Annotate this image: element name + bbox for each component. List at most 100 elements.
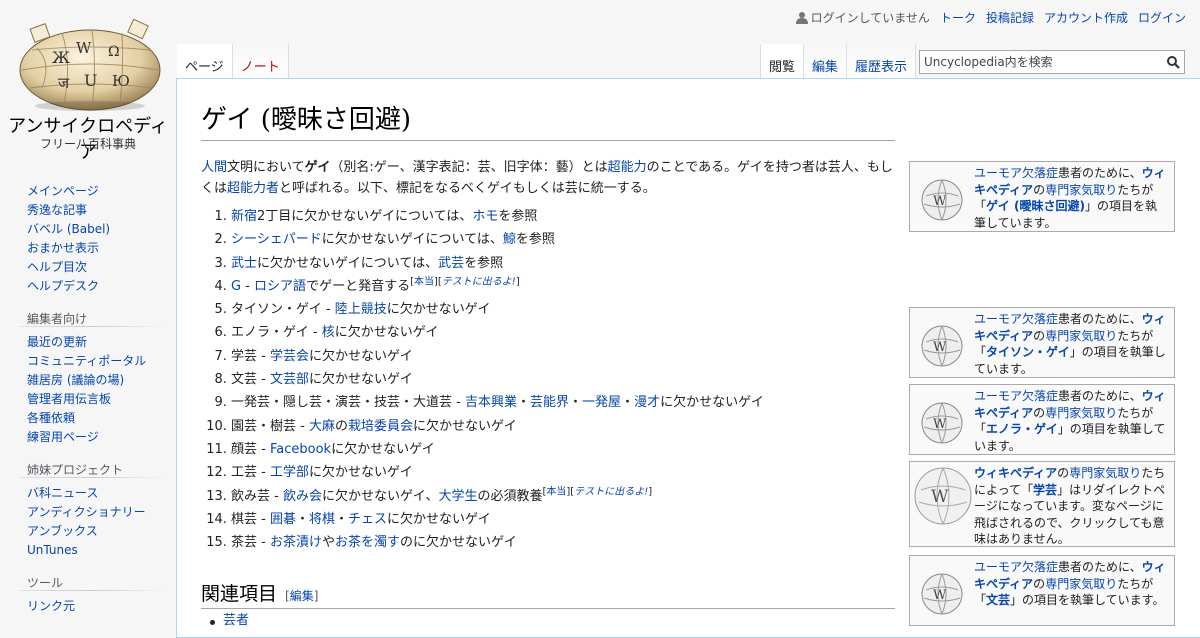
- list-link[interactable]: 武士: [231, 256, 257, 271]
- list-link[interactable]: 学芸会: [270, 349, 309, 364]
- notice-link[interactable]: ユーモア欠落症: [974, 312, 1058, 326]
- list-link[interactable]: 陸上競技: [335, 302, 387, 317]
- search-button[interactable]: [1162, 51, 1184, 73]
- notice-link[interactable]: タイソン・ゲイ: [986, 345, 1070, 359]
- tab-note[interactable]: ノート: [232, 44, 289, 78]
- list-link[interactable]: 漫才: [634, 395, 660, 410]
- list-link[interactable]: 吉本興業: [465, 395, 517, 410]
- citation-link[interactable]: テストに出るよ!: [574, 486, 648, 497]
- list-link[interactable]: 栽培委員会: [348, 419, 413, 434]
- list-link[interactable]: 将棋: [309, 512, 335, 527]
- sidebar-item-news[interactable]: バ科ニュース: [27, 486, 98, 500]
- sidebar-item-help[interactable]: ヘルプ目次: [27, 260, 87, 274]
- link-human[interactable]: 人間: [201, 160, 227, 175]
- notice-link[interactable]: 専門家気取り: [1045, 329, 1117, 343]
- list-link[interactable]: チェス: [348, 512, 387, 527]
- sidebar-item-admin-board[interactable]: 管理者用伝言板: [27, 392, 111, 406]
- notice-text: ユーモア欠落症患者のために、ウィキペディアの専門家気取りたちが「タイソン・ゲイ」…: [974, 311, 1168, 377]
- section-heading-related: 関連項目 [編集]: [201, 579, 895, 609]
- personal-tools: ログインしていません トーク 投稿記録 アカウント作成 ログイン: [795, 9, 1186, 26]
- section-edit-link[interactable]: 編集: [290, 589, 314, 603]
- list-link[interactable]: シーシェパード: [231, 232, 322, 247]
- sidebar-item-dictionary[interactable]: アンディクショナリー: [27, 505, 146, 519]
- list-link[interactable]: 飲み会: [283, 489, 322, 504]
- tools-heading: ツール: [27, 576, 64, 590]
- list-link[interactable]: 武芸: [438, 256, 464, 271]
- list-text: に欠かせないゲイ: [334, 325, 439, 341]
- list-link[interactable]: 文芸部: [270, 372, 309, 387]
- notice-link[interactable]: 専門家気取り: [1045, 183, 1117, 197]
- link-superhuman[interactable]: 超能力者: [227, 181, 279, 196]
- notice-link[interactable]: ユーモア欠落症: [974, 560, 1058, 574]
- talk-link[interactable]: トーク: [940, 9, 976, 26]
- list-link[interactable]: 新宿: [231, 209, 257, 224]
- list-link[interactable]: ホモ: [472, 209, 498, 224]
- svg-text:W: W: [933, 417, 947, 432]
- sidebar-item-recent-changes[interactable]: 最近の更新: [27, 335, 87, 349]
- notice-link[interactable]: ユーモア欠落症: [974, 389, 1058, 403]
- list-link[interactable]: お茶漬け: [270, 535, 322, 550]
- notice-link[interactable]: 専門家気取り: [1069, 466, 1141, 480]
- list-text: 園芸・樹芸 -: [231, 418, 309, 434]
- sidebar-item-random[interactable]: おまかせ表示: [27, 241, 99, 255]
- related-link[interactable]: 芸者: [223, 613, 249, 628]
- tab-page[interactable]: ページ: [176, 44, 233, 78]
- create-account-link[interactable]: アカウント作成: [1044, 9, 1128, 26]
- related-list: 芸者: [201, 611, 249, 631]
- contributions-link[interactable]: 投稿記録: [986, 9, 1034, 26]
- tab-edit[interactable]: 編集: [804, 44, 848, 78]
- citation-link[interactable]: 本当: [414, 277, 434, 288]
- notice-text: ウィキペディアの専門家気取りたちによって「学芸」はリダイレクトページになっていま…: [974, 465, 1168, 548]
- sidebar-item-what-links-here[interactable]: リンク元: [27, 599, 75, 613]
- list-item: G - ロシア語でゲーと発音する[本当][テストに出るよ!]: [231, 276, 895, 297]
- list-link[interactable]: 核: [322, 325, 335, 340]
- citation-link[interactable]: テストに出るよ!: [442, 277, 516, 288]
- list-link[interactable]: お茶を濁す: [335, 535, 400, 550]
- sidebar-item-babel[interactable]: バベル (Babel): [27, 222, 110, 236]
- link-superpower[interactable]: 超能力: [608, 160, 647, 175]
- notice-link[interactable]: ウィキペディア: [974, 466, 1057, 480]
- notice-link[interactable]: 文芸: [986, 593, 1010, 607]
- login-link[interactable]: ログイン: [1138, 9, 1186, 26]
- wikipedia-globe-icon: W: [921, 325, 963, 367]
- list-text: に欠かせないゲイ: [308, 348, 413, 364]
- sidebar-item-community-portal[interactable]: コミュニティポータル: [27, 354, 146, 368]
- list-link[interactable]: Facebook: [270, 442, 331, 457]
- list-link[interactable]: 工学部: [270, 465, 309, 480]
- notice-link[interactable]: ユーモア欠落症: [974, 166, 1058, 180]
- citation-link[interactable]: 本当: [546, 486, 566, 497]
- list-text: タイソン・ゲイ -: [231, 302, 335, 318]
- list-link[interactable]: 一発屋: [582, 395, 621, 410]
- list-text: ・: [516, 395, 530, 411]
- page-title: ゲイ (曖昧さ回避): [201, 99, 895, 141]
- tab-history[interactable]: 履歴表示: [847, 44, 917, 78]
- search-input[interactable]: [920, 52, 1162, 72]
- sidebar-item-requests[interactable]: 各種依頼: [27, 411, 75, 425]
- notice-link[interactable]: 専門家気取り: [1045, 577, 1117, 591]
- sidebar-item-untunes[interactable]: UnTunes: [27, 543, 78, 557]
- list-link[interactable]: 大学生: [438, 489, 477, 504]
- site-logo[interactable]: Ж W Ω ज U Ю アンサイクロペディア フリー八百科事典: [0, 0, 176, 163]
- notice-link[interactable]: 専門家気取り: [1045, 406, 1117, 420]
- intro-text: （別名:ゲー、漢字表記：芸、旧字体：藝）とは: [330, 160, 608, 175]
- list-item: 飲み芸 - 飲み会に欠かせないゲイ、大学生の必須教養[本当][テストに出るよ!]: [231, 486, 895, 507]
- notice-link[interactable]: エノラ・ゲイ: [986, 422, 1058, 436]
- list-link[interactable]: G: [231, 279, 241, 294]
- list-link[interactable]: 鯨: [503, 232, 516, 247]
- list-link[interactable]: 囲碁: [270, 512, 296, 527]
- list-link[interactable]: 芸能界: [530, 395, 569, 410]
- sidebar-item-books[interactable]: アンブックス: [27, 524, 98, 538]
- notice-link[interactable]: ゲイ (曖昧さ回避): [986, 199, 1085, 213]
- sidebar-item-helpdesk[interactable]: ヘルプデスク: [27, 279, 99, 293]
- sidebar-item-sandbox[interactable]: 練習用ページ: [27, 430, 99, 444]
- svg-text:W: W: [933, 194, 947, 209]
- list-link[interactable]: ロシア語: [254, 279, 306, 294]
- editors-heading: 編集者向け: [27, 312, 88, 326]
- list-link[interactable]: 大麻: [309, 419, 335, 434]
- sidebar-item-featured[interactable]: 秀逸な記事: [27, 203, 87, 217]
- sidebar-item-main-page[interactable]: メインページ: [27, 184, 99, 198]
- tab-view[interactable]: 閲覧: [760, 44, 805, 78]
- sidebar-item-village-pump[interactable]: 雑居房 (議論の場): [27, 373, 124, 387]
- notice-link[interactable]: 学芸: [1033, 483, 1057, 497]
- list-text: 一発芸・隠し芸・演芸・技芸・大道芸 -: [231, 395, 465, 411]
